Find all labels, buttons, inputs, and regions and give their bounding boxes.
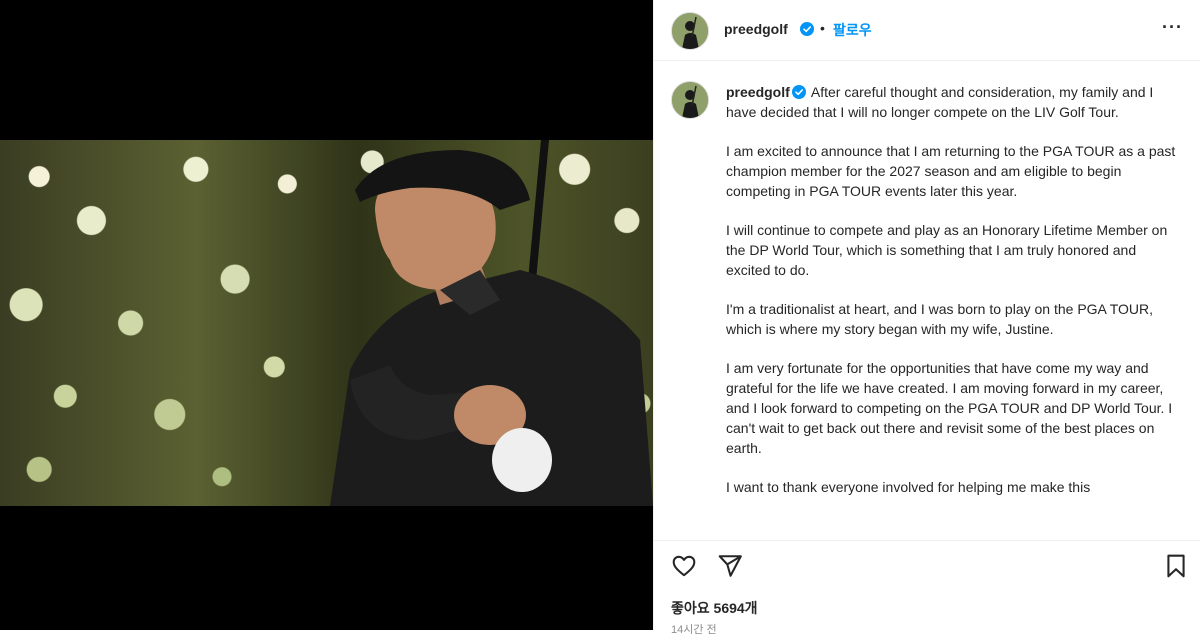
post-actions: 좋아요 5694개 14시간 전	[654, 540, 1200, 636]
caption-paragraph-6: I want to thank everyone involved for he…	[726, 479, 1091, 495]
caption-username[interactable]: preedgolf	[726, 84, 790, 100]
verified-badge-icon	[800, 22, 814, 36]
header-username[interactable]: preedgolf	[724, 21, 788, 37]
caption-paragraph-2: I am excited to announce that I am retur…	[726, 143, 1176, 199]
golfer-photo[interactable]	[0, 140, 653, 506]
profile-avatar[interactable]	[671, 12, 709, 50]
post-header: preedgolf • 팔로우 ···	[654, 0, 1200, 61]
caption-paragraph-3: I will continue to compete and play as a…	[726, 222, 1168, 278]
follow-button[interactable]: 팔로우	[833, 20, 872, 40]
avatar-golfer-icon	[672, 82, 708, 118]
caption-paragraph-1: After careful thought and consideration,…	[726, 84, 1154, 120]
verified-badge-icon	[791, 85, 806, 99]
caption-paragraph-5: I am very fortunate for the opportunitie…	[726, 360, 1173, 456]
post-media	[0, 0, 653, 630]
caption-paragraph: preedgolf After careful thought and cons…	[726, 82, 1178, 122]
post-side-panel: preedgolf • 팔로우 ··· preedgolf After care…	[653, 0, 1200, 636]
share-icon[interactable]	[717, 553, 743, 579]
golfer-illustration	[330, 140, 653, 506]
caption-avatar[interactable]	[671, 81, 709, 119]
caption-area[interactable]: preedgolf After careful thought and cons…	[654, 61, 1200, 540]
heart-icon[interactable]	[671, 553, 697, 579]
avatar-golfer-icon	[672, 13, 708, 49]
post-timestamp: 14시간 전	[671, 624, 717, 636]
likes-count[interactable]: 좋아요 5694개	[671, 598, 758, 618]
caption-text: preedgolf After careful thought and cons…	[726, 82, 1178, 516]
bookmark-icon[interactable]	[1163, 553, 1189, 579]
caption-paragraph-4: I'm a traditionalist at heart, and I was…	[726, 301, 1154, 337]
more-options-icon[interactable]: ···	[1162, 18, 1183, 36]
separator-dot: •	[820, 20, 825, 36]
